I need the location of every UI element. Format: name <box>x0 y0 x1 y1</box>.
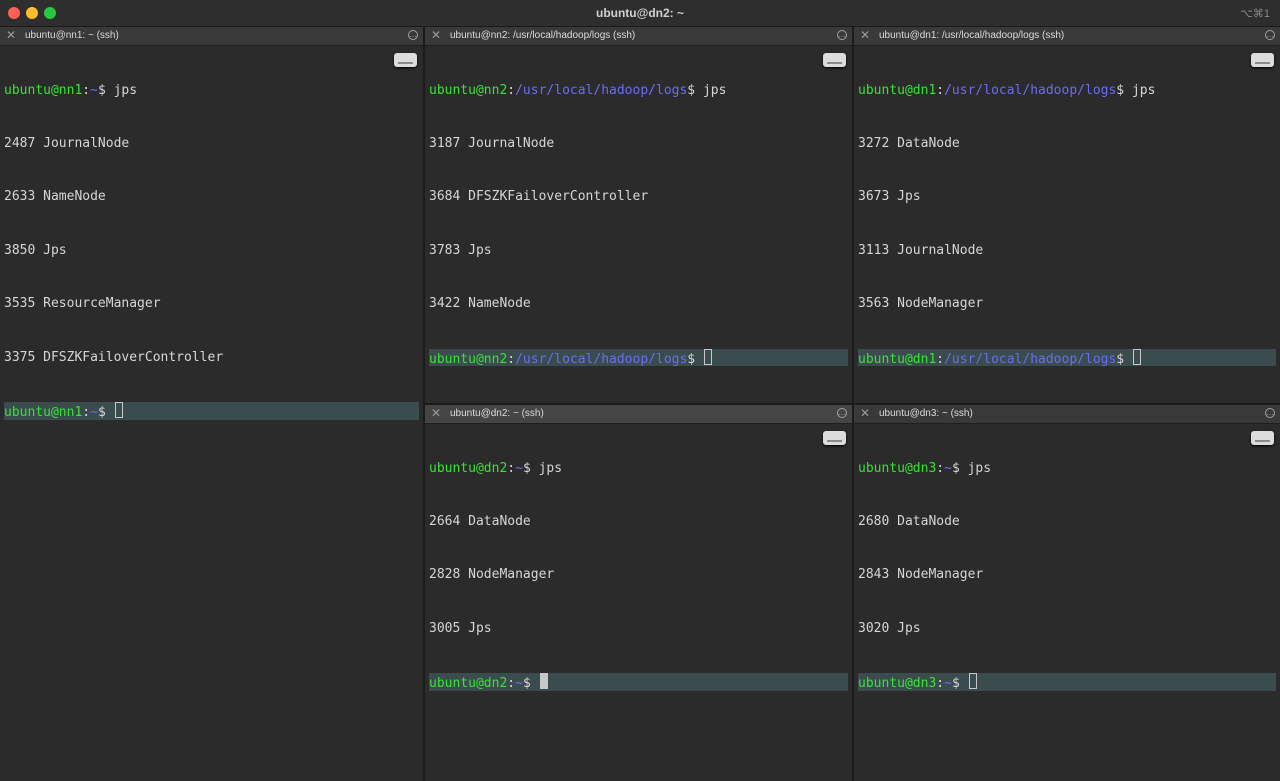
pane-menu-icon[interactable]: … <box>837 408 847 418</box>
output-line: 3187 JournalNode <box>429 135 555 151</box>
output-line: 3850 Jps <box>4 242 67 258</box>
pane-menu-icon[interactable]: … <box>408 30 418 40</box>
pane-header: ✕ ubuntu@dn1: /usr/local/hadoop/logs (ss… <box>854 27 1280 46</box>
pane-title: ubuntu@dn1: /usr/local/hadoop/logs (ssh) <box>879 30 1065 41</box>
pane-dn3[interactable]: ✕ ubuntu@dn3: ~ (ssh) … ubuntu@dn3:~$ jp… <box>854 405 1280 781</box>
pane-dn2[interactable]: ✕ ubuntu@dn2: ~ (ssh) … ubuntu@dn2:~$ jp… <box>425 405 852 781</box>
pane-title: ubuntu@dn2: ~ (ssh) <box>450 408 544 419</box>
prompt-line[interactable]: ubuntu@dn3:~$ <box>858 673 1276 691</box>
pane-menu-icon[interactable]: … <box>1265 30 1275 40</box>
disk-icon <box>823 431 846 445</box>
pane-header: ✕ ubuntu@nn2: /usr/local/hadoop/logs (ss… <box>425 27 852 46</box>
title-bar: ubuntu@dn2: ~ ⌥⌘1 <box>0 0 1280 27</box>
output-line: 3535 ResourceManager <box>4 296 161 312</box>
cursor <box>968 673 977 690</box>
pane-nn2[interactable]: ✕ ubuntu@nn2: /usr/local/hadoop/logs (ss… <box>425 27 852 403</box>
pane-menu-icon[interactable]: … <box>1265 408 1275 418</box>
output-line: 3005 Jps <box>429 620 492 636</box>
terminal-output[interactable]: ubuntu@dn3:~$ jps 2680 DataNode 2843 Nod… <box>858 424 1276 781</box>
pane-title: ubuntu@dn3: ~ (ssh) <box>879 408 973 419</box>
disk-icon <box>823 53 846 67</box>
command-line: ubuntu@nn2:/usr/local/hadoop/logs$ jps <box>429 82 727 98</box>
cursor <box>539 673 548 690</box>
output-line: 3113 JournalNode <box>858 242 984 258</box>
close-pane-icon[interactable]: ✕ <box>431 406 441 420</box>
command-line: ubuntu@dn2:~$ jps <box>429 460 563 476</box>
pane-nn1[interactable]: ✕ ubuntu@nn1: ~ (ssh) … ubuntu@nn1:~$ jp… <box>0 27 423 781</box>
close-pane-icon[interactable]: ✕ <box>6 28 16 42</box>
terminal-output[interactable]: ubuntu@dn1:/usr/local/hadoop/logs$ jps 3… <box>858 46 1276 403</box>
terminal-output[interactable]: ubuntu@dn2:~$ jps 2664 DataNode 2828 Nod… <box>429 424 848 781</box>
pane-title: ubuntu@nn1: ~ (ssh) <box>25 30 119 41</box>
close-pane-icon[interactable]: ✕ <box>431 28 441 42</box>
cursor <box>114 401 123 418</box>
command-line: ubuntu@nn1:~$ jps <box>4 82 138 98</box>
output-line: 2664 DataNode <box>429 513 531 529</box>
pane-dn1[interactable]: ✕ ubuntu@dn1: /usr/local/hadoop/logs (ss… <box>854 27 1280 403</box>
output-line: 3673 Jps <box>858 189 921 205</box>
output-line: 2487 JournalNode <box>4 135 130 151</box>
close-pane-icon[interactable]: ✕ <box>860 28 870 42</box>
command-line: ubuntu@dn1:/usr/local/hadoop/logs$ jps <box>858 82 1156 98</box>
window-shortcut: ⌥⌘1 <box>1240 8 1270 20</box>
prompt-line[interactable]: ubuntu@dn1:/usr/local/hadoop/logs$ <box>858 348 1276 367</box>
output-line: 3272 DataNode <box>858 135 960 151</box>
pane-title: ubuntu@nn2: /usr/local/hadoop/logs (ssh) <box>450 30 636 41</box>
terminal-output[interactable]: ubuntu@nn1:~$ jps 2487 JournalNode 2633 … <box>4 46 419 781</box>
terminal-window: ubuntu@dn2: ~ ⌥⌘1 ✕ ubuntu@nn1: ~ (ssh) … <box>0 0 1280 781</box>
pane-header: ✕ ubuntu@dn3: ~ (ssh) … <box>854 405 1280 424</box>
terminal-output[interactable]: ubuntu@nn2:/usr/local/hadoop/logs$ jps 3… <box>429 46 848 403</box>
prompt-line[interactable]: ubuntu@dn2:~$ <box>429 673 848 691</box>
cursor <box>703 348 712 365</box>
pane-menu-icon[interactable]: … <box>837 30 847 40</box>
output-line: 3783 Jps <box>429 242 492 258</box>
disk-icon <box>394 53 417 67</box>
output-line: 2828 NodeManager <box>429 567 555 583</box>
prompt-line[interactable]: ubuntu@nn1:~$ <box>4 401 419 420</box>
close-pane-icon[interactable]: ✕ <box>860 406 870 420</box>
output-line: 2633 NameNode <box>4 189 106 205</box>
window-title: ubuntu@dn2: ~ <box>595 6 685 20</box>
pane-header: ✕ ubuntu@dn2: ~ (ssh) … <box>425 405 852 424</box>
cursor <box>1132 348 1141 365</box>
output-line: 2843 NodeManager <box>858 567 984 583</box>
pane-header: ✕ ubuntu@nn1: ~ (ssh) … <box>0 27 423 46</box>
output-line: 3020 Jps <box>858 620 921 636</box>
output-line: 3422 NameNode <box>429 296 531 312</box>
output-line: 3684 DFSZKFailoverController <box>429 189 649 205</box>
disk-icon <box>1251 431 1274 445</box>
output-line: 3375 DFSZKFailoverController <box>4 349 224 365</box>
disk-icon <box>1251 53 1274 67</box>
output-line: 2680 DataNode <box>858 513 960 529</box>
prompt-line[interactable]: ubuntu@nn2:/usr/local/hadoop/logs$ <box>429 348 848 367</box>
output-line: 3563 NodeManager <box>858 296 984 312</box>
command-line: ubuntu@dn3:~$ jps <box>858 460 992 476</box>
